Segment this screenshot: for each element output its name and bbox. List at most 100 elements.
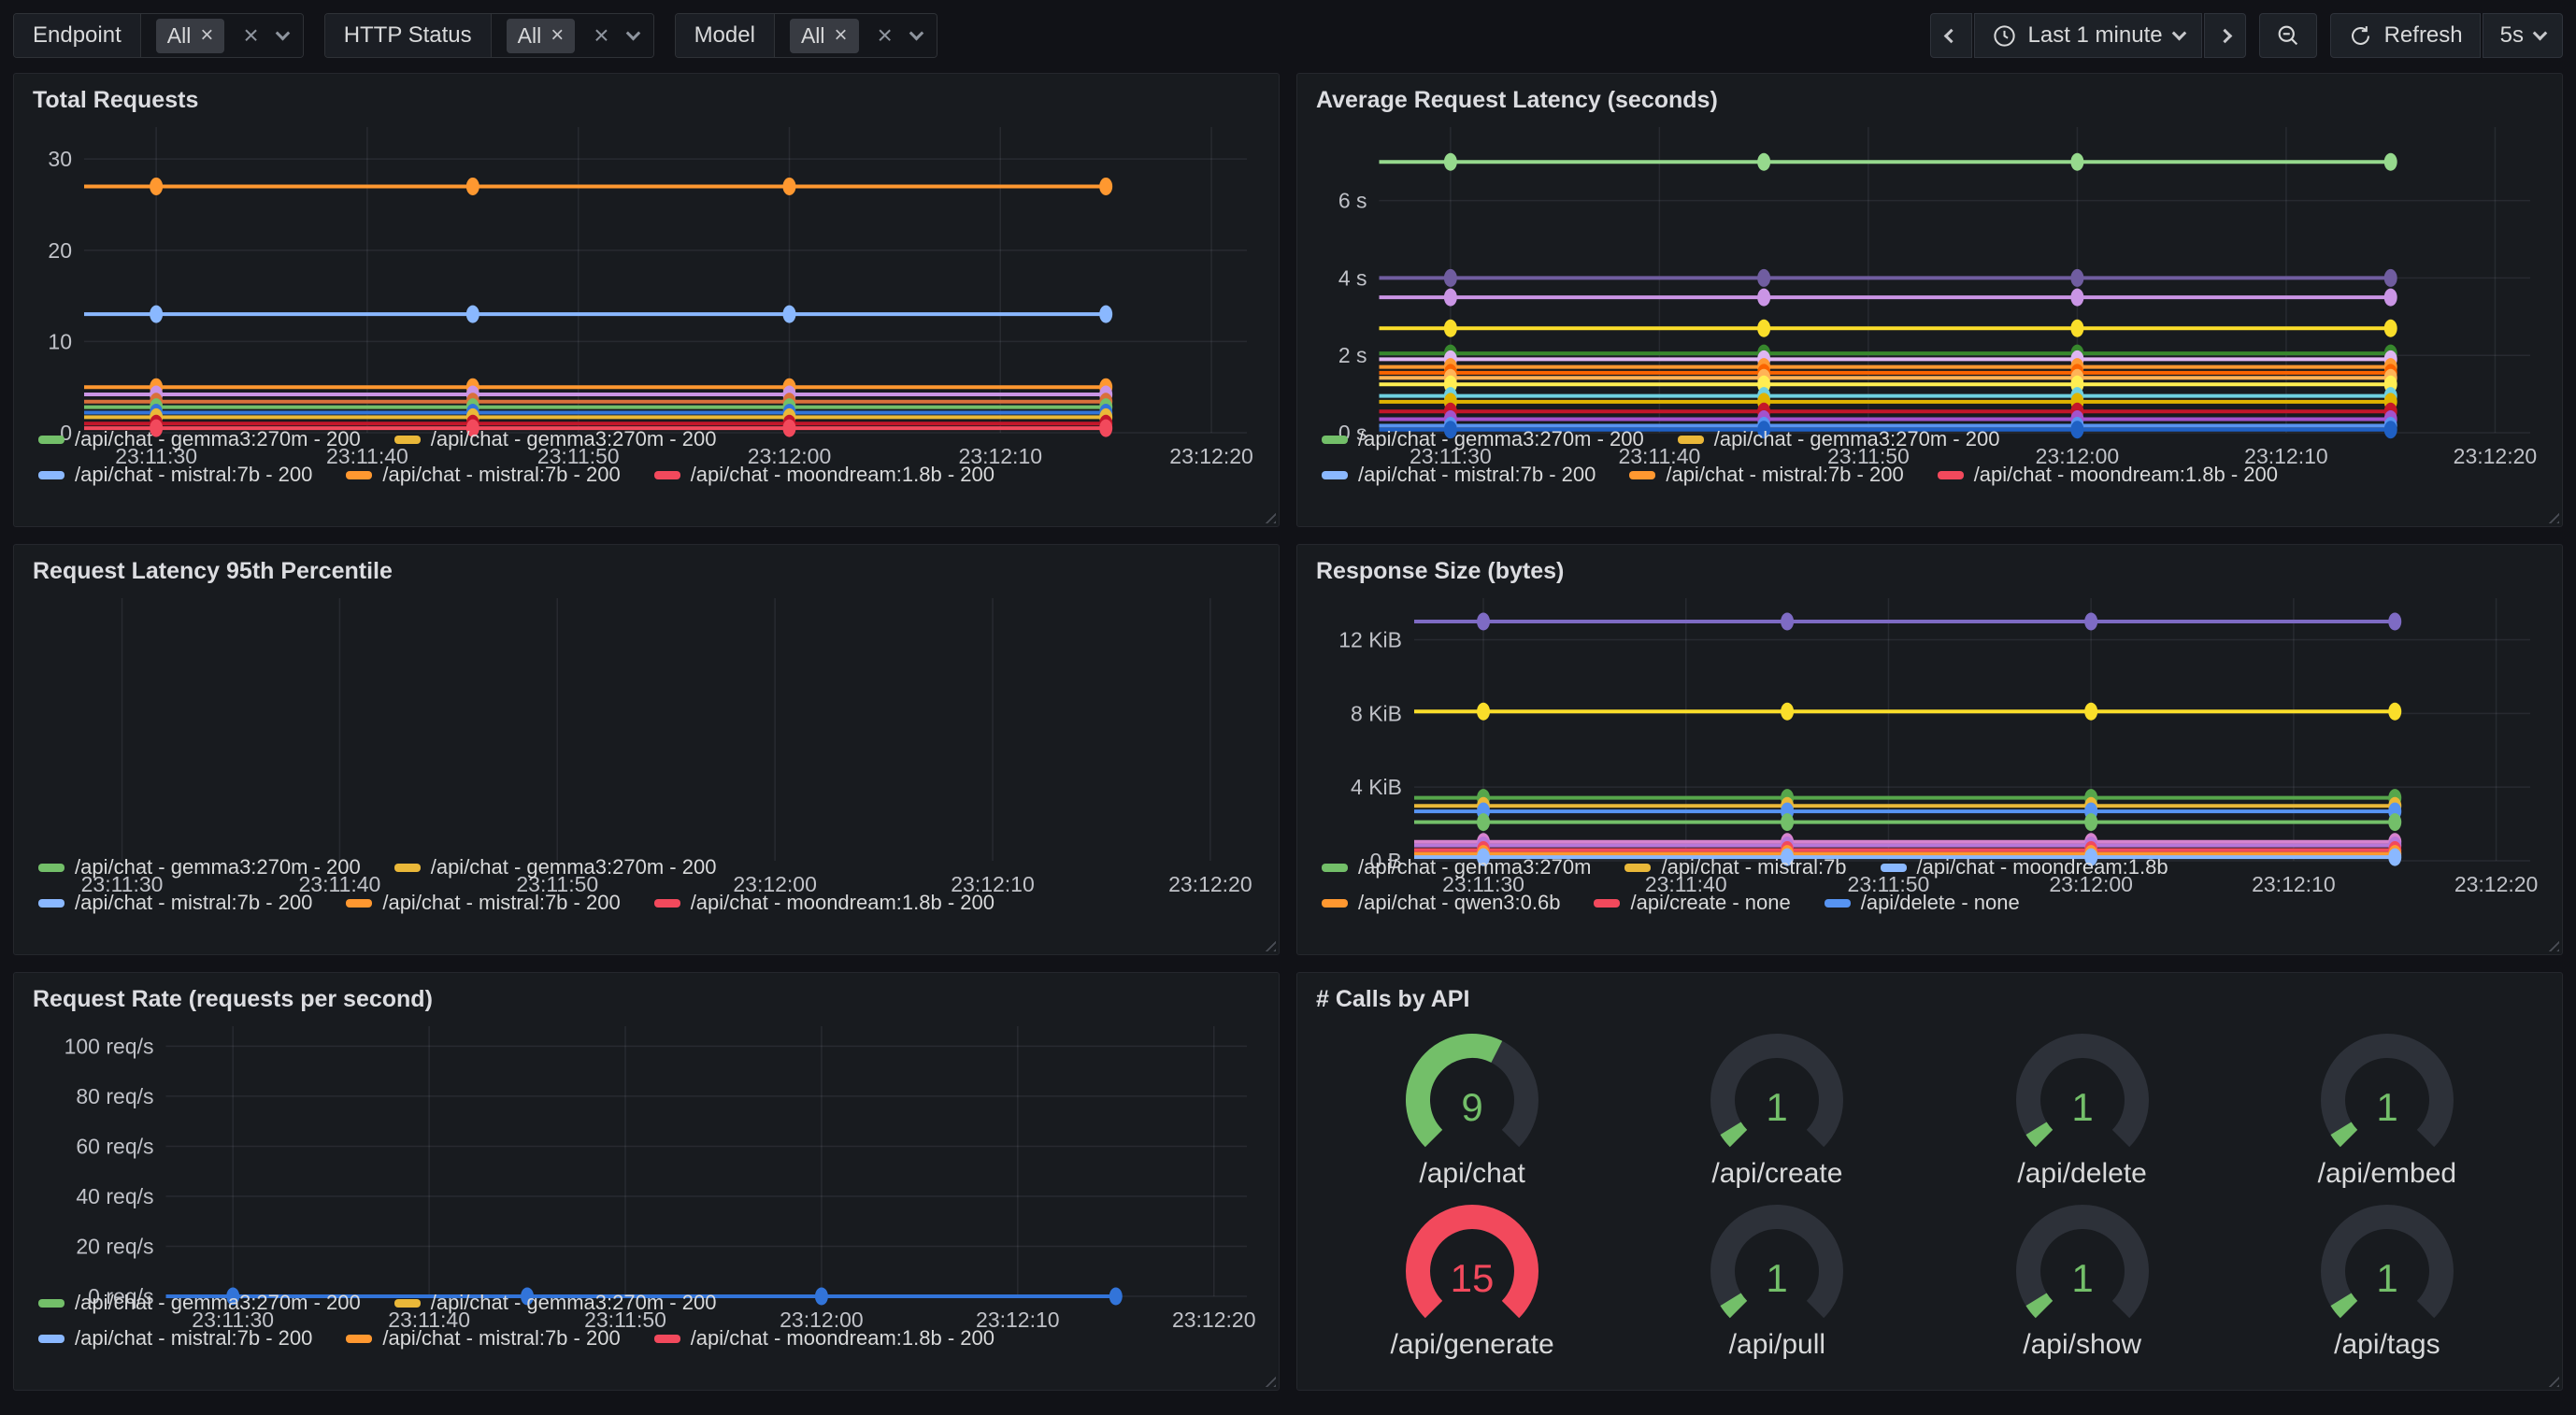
legend-item[interactable]: /api/create - none	[1594, 891, 1790, 915]
legend-item[interactable]: /api/chat - mistral:7b - 200	[346, 891, 620, 915]
legend-row: /api/chat - qwen3:0.6b/api/create - none…	[1322, 891, 2538, 915]
legend-label: /api/create - none	[1630, 891, 1790, 915]
panel-title[interactable]: # Calls by API	[1316, 986, 2543, 1013]
series-color-chip	[38, 471, 64, 479]
panel-title[interactable]: Request Rate (requests per second)	[33, 986, 1260, 1013]
legend-label: /api/chat - gemma3:270m - 200	[1714, 427, 2000, 451]
legend-item[interactable]: /api/chat - mistral:7b - 200	[346, 1326, 620, 1351]
gauge-value: 1	[2071, 1085, 2093, 1129]
svg-text:30: 30	[48, 147, 72, 171]
refresh-label: Refresh	[2384, 22, 2463, 49]
series-color-chip	[654, 471, 680, 479]
legend-item[interactable]: /api/chat - moondream:1.8b	[1881, 855, 2168, 879]
filter-chip[interactable]: All ×	[790, 19, 859, 53]
legend-item[interactable]: /api/chat - mistral:7b - 200	[1322, 463, 1596, 487]
legend-item[interactable]: /api/chat - mistral:7b - 200	[38, 891, 312, 915]
filter-value-picker[interactable]: All × ×	[141, 14, 303, 57]
legend-item[interactable]: /api/chat - moondream:1.8b - 200	[654, 891, 995, 915]
chevron-left-icon	[1943, 28, 1958, 43]
legend-label: /api/chat - gemma3:270m - 200	[75, 427, 361, 451]
clear-filter-icon[interactable]: ×	[592, 22, 610, 49]
refresh-button[interactable]: Refresh	[2330, 13, 2481, 58]
panel-resize-handle[interactable]	[2543, 507, 2559, 523]
refresh-interval-picker[interactable]: 5s	[2483, 13, 2563, 58]
legend-item[interactable]: /api/chat - mistral:7b - 200	[346, 463, 620, 487]
gauge-value: 1	[2071, 1256, 2093, 1300]
legend-item[interactable]: /api/chat - mistral:7b - 200	[1629, 463, 1903, 487]
clear-filter-icon[interactable]: ×	[241, 22, 260, 49]
legend-item[interactable]: /api/chat - gemma3:270m - 200	[1678, 427, 2000, 451]
legend-item[interactable]: /api/chat - moondream:1.8b - 200	[654, 463, 995, 487]
series-color-chip	[38, 1299, 64, 1308]
chevron-down-icon[interactable]	[275, 25, 290, 40]
legend-item[interactable]: /api/chat - moondream:1.8b - 200	[654, 1326, 995, 1351]
remove-chip-icon[interactable]: ×	[551, 24, 564, 47]
legend-item[interactable]: /api/delete - none	[1825, 891, 2020, 915]
time-shift-forward-button[interactable]	[2204, 13, 2246, 58]
legend-label: /api/chat - gemma3:270m - 200	[75, 855, 361, 879]
time-range-group: Last 1 minute	[1930, 13, 2246, 58]
time-series-chart[interactable]: 010203023:11:3023:11:4023:11:5023:12:002…	[33, 118, 1260, 412]
legend-item[interactable]: /api/chat - gemma3:270m - 200	[38, 855, 361, 879]
gauge-api-generate: 15/api/generate	[1320, 1193, 1624, 1365]
panel-resize-handle[interactable]	[2543, 936, 2559, 951]
filter-chip[interactable]: All ×	[507, 19, 576, 53]
time-series-chart[interactable]: 0 s2 s4 s6 s23:11:3023:11:4023:11:5023:1…	[1316, 118, 2543, 412]
time-series-chart[interactable]: 23:11:3023:11:4023:11:5023:12:0023:12:10…	[33, 589, 1260, 840]
filter-value-picker[interactable]: All × ×	[492, 14, 653, 57]
remove-chip-icon[interactable]: ×	[200, 24, 213, 47]
clear-filter-icon[interactable]: ×	[876, 22, 894, 49]
svg-text:40 req/s: 40 req/s	[76, 1184, 153, 1208]
time-range-picker[interactable]: Last 1 minute	[1974, 13, 2202, 58]
series-color-chip	[1322, 436, 1348, 444]
panel-resize-handle[interactable]	[1260, 507, 1276, 523]
panel-title[interactable]: Response Size (bytes)	[1316, 558, 2543, 585]
clock-icon	[1992, 23, 2017, 49]
time-series-chart[interactable]: 0 req/s20 req/s40 req/s60 req/s80 req/s1…	[33, 1017, 1260, 1276]
legend-item[interactable]: /api/chat - gemma3:270m - 200	[38, 427, 361, 451]
time-shift-back-button[interactable]	[1930, 13, 1972, 58]
panel-title[interactable]: Total Requests	[33, 87, 1260, 114]
panel-resize-handle[interactable]	[1260, 936, 1276, 951]
legend-label: /api/chat - moondream:1.8b - 200	[691, 463, 995, 487]
legend-row: /api/chat - gemma3:270m - 200/api/chat -…	[38, 1291, 1254, 1315]
panel-title[interactable]: Average Request Latency (seconds)	[1316, 87, 2543, 114]
time-series-chart[interactable]: 0 B4 KiB8 KiB12 KiB23:11:3023:11:4023:11…	[1316, 589, 2543, 840]
legend-item[interactable]: /api/chat - gemma3:270m	[1322, 855, 1591, 879]
panel-title[interactable]: Request Latency 95th Percentile	[33, 558, 1260, 585]
gauge-value: 9	[1461, 1085, 1482, 1129]
chart-legend: /api/chat - gemma3:270m/api/chat - mistr…	[1316, 840, 2543, 947]
chart-legend: /api/chat - gemma3:270m - 200/api/chat -…	[33, 412, 1260, 519]
legend-label: /api/chat - gemma3:270m - 200	[431, 855, 717, 879]
legend-item[interactable]: /api/chat - mistral:7b - 200	[38, 1326, 312, 1351]
legend-item[interactable]: /api/chat - gemma3:270m - 200	[38, 1291, 361, 1315]
legend-item[interactable]: /api/chat - gemma3:270m - 200	[394, 427, 717, 451]
legend-item[interactable]: /api/chat - gemma3:270m - 200	[394, 1291, 717, 1315]
legend-item[interactable]: /api/chat - gemma3:270m - 200	[394, 855, 717, 879]
series-color-chip	[1322, 471, 1348, 479]
chevron-down-icon[interactable]	[625, 25, 640, 40]
filter-chip[interactable]: All ×	[156, 19, 225, 53]
refresh-icon	[2348, 23, 2373, 49]
filter-value-picker[interactable]: All × ×	[775, 14, 937, 57]
panel-resize-handle[interactable]	[1260, 1371, 1276, 1387]
gauge-arc: 9	[1383, 1025, 1561, 1156]
zoom-out-time-button[interactable]	[2259, 13, 2317, 58]
chevron-right-icon	[2217, 28, 2232, 43]
refresh-interval-label: 5s	[2500, 22, 2524, 49]
legend-item[interactable]: /api/chat - mistral:7b	[1624, 855, 1846, 879]
gauge-arc: 1	[1688, 1196, 1866, 1327]
legend-item[interactable]: /api/chat - qwen3:0.6b	[1322, 891, 1560, 915]
remove-chip-icon[interactable]: ×	[835, 24, 848, 47]
legend-row: /api/chat - gemma3:270m - 200/api/chat -…	[38, 855, 1254, 879]
gauge-label: /api/create	[1711, 1158, 1842, 1190]
legend-item[interactable]: /api/chat - moondream:1.8b - 200	[1938, 463, 2278, 487]
series-color-chip	[1624, 864, 1651, 872]
chevron-down-icon[interactable]	[909, 25, 924, 40]
legend-item[interactable]: /api/chat - gemma3:270m - 200	[1322, 427, 1644, 451]
series-color-chip	[1881, 864, 1907, 872]
gauge-label: /api/pull	[1729, 1329, 1825, 1361]
svg-text:20 req/s: 20 req/s	[76, 1234, 153, 1258]
panel-resize-handle[interactable]	[2543, 1371, 2559, 1387]
legend-item[interactable]: /api/chat - mistral:7b - 200	[38, 463, 312, 487]
